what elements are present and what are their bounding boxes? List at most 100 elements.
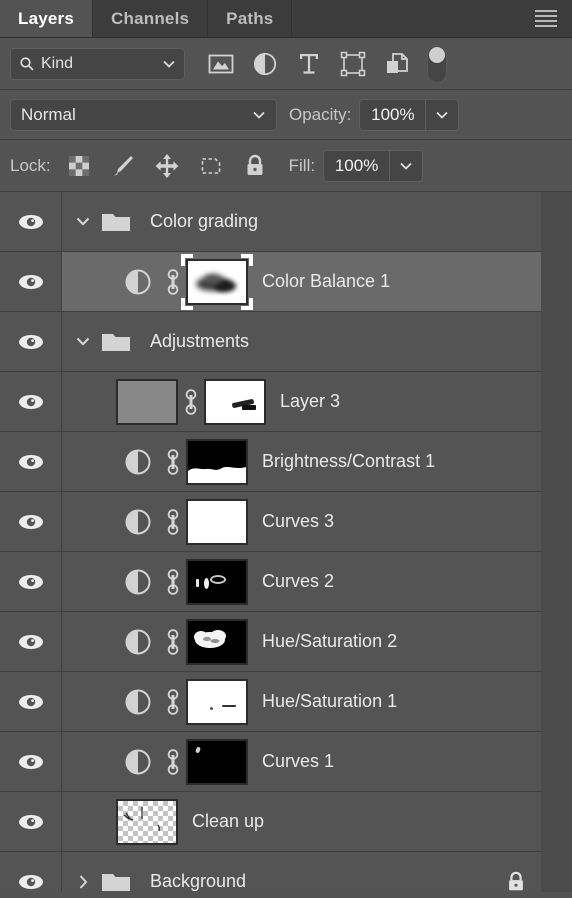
- visibility-toggle[interactable]: [0, 552, 62, 611]
- layer-name[interactable]: Background: [150, 871, 246, 892]
- half-circle-icon[interactable]: [116, 507, 160, 537]
- half-circle-icon[interactable]: [116, 567, 160, 597]
- layer-name[interactable]: Color grading: [150, 211, 258, 232]
- row-body[interactable]: Curves 3: [62, 492, 541, 551]
- tab-layers[interactable]: Layers: [0, 0, 94, 37]
- layer-name[interactable]: Color Balance 1: [262, 271, 390, 292]
- image-icon[interactable]: [199, 42, 243, 86]
- layer-name[interactable]: Curves 1: [262, 751, 334, 772]
- layer-name[interactable]: Curves 2: [262, 571, 334, 592]
- opacity-field-group[interactable]: 100%: [359, 98, 460, 131]
- link-icon[interactable]: [178, 387, 204, 417]
- visibility-toggle[interactable]: [0, 672, 62, 731]
- eye-icon: [18, 274, 43, 289]
- brush-icon[interactable]: [101, 144, 145, 188]
- link-icon[interactable]: [160, 447, 186, 477]
- visibility-toggle[interactable]: [0, 492, 62, 551]
- visibility-toggle[interactable]: [0, 612, 62, 671]
- table-row[interactable]: Hue/Saturation 2: [0, 612, 541, 672]
- row-body[interactable]: Color grading: [62, 192, 541, 251]
- layer-name[interactable]: Brightness/Contrast 1: [262, 451, 435, 472]
- mask-thumbnail-wrap[interactable]: [181, 253, 253, 310]
- layer-thumbnail[interactable]: [116, 378, 178, 425]
- layer-name[interactable]: Hue/Saturation 2: [262, 631, 397, 652]
- table-row[interactable]: Brightness/Contrast 1: [0, 432, 541, 492]
- half-circle-icon[interactable]: [116, 267, 160, 297]
- mask-thumbnail[interactable]: [186, 498, 248, 545]
- table-row[interactable]: Curves 3: [0, 492, 541, 552]
- visibility-toggle[interactable]: [0, 252, 62, 311]
- mask-thumbnail[interactable]: [186, 438, 248, 485]
- layer-name[interactable]: Clean up: [192, 811, 264, 832]
- filter-kind-dropdown[interactable]: Kind: [10, 47, 185, 80]
- visibility-toggle[interactable]: [0, 732, 62, 791]
- visibility-toggle[interactable]: [0, 372, 62, 431]
- opacity-stepper-chevron-down-icon[interactable]: [426, 100, 458, 130]
- layer-name[interactable]: Curves 3: [262, 511, 334, 532]
- hamburger-menu-icon[interactable]: [526, 0, 566, 37]
- table-row[interactable]: Clean up: [0, 792, 541, 852]
- opacity-input[interactable]: 100%: [360, 99, 427, 130]
- shape-bounds-icon[interactable]: [331, 42, 375, 86]
- link-icon[interactable]: [160, 507, 186, 537]
- filter-enable-toggle[interactable]: [427, 44, 447, 83]
- chevron-down-icon[interactable]: [70, 216, 96, 227]
- artboard-icon[interactable]: [189, 144, 233, 188]
- fill-field-group[interactable]: 100%: [323, 149, 424, 182]
- chevron-right-icon[interactable]: [70, 874, 96, 890]
- tab-paths[interactable]: Paths: [208, 0, 293, 37]
- link-icon[interactable]: [160, 627, 186, 657]
- row-body[interactable]: Hue/Saturation 1: [62, 672, 541, 731]
- half-circle-icon[interactable]: [116, 627, 160, 657]
- row-body[interactable]: Curves 1: [62, 732, 541, 791]
- half-circle-icon[interactable]: [243, 42, 287, 86]
- row-body[interactable]: Layer 3: [62, 372, 541, 431]
- fill-stepper-chevron-down-icon[interactable]: [390, 151, 422, 181]
- layer-name[interactable]: Adjustments: [150, 331, 249, 352]
- table-row[interactable]: Color Balance 1: [0, 252, 541, 312]
- table-row[interactable]: Color grading: [0, 192, 541, 252]
- link-icon[interactable]: [160, 267, 186, 297]
- chevron-down-icon[interactable]: [70, 336, 96, 347]
- row-body[interactable]: Clean up: [62, 792, 541, 851]
- padlock-icon[interactable]: [233, 144, 277, 188]
- checkerboard-icon[interactable]: [57, 144, 101, 188]
- table-row[interactable]: Curves 2: [0, 552, 541, 612]
- visibility-toggle[interactable]: [0, 432, 62, 491]
- row-body[interactable]: Color Balance 1: [62, 252, 541, 311]
- table-row[interactable]: Layer 3: [0, 372, 541, 432]
- link-icon[interactable]: [160, 747, 186, 777]
- table-row[interactable]: Curves 1: [0, 732, 541, 792]
- half-circle-icon[interactable]: [116, 687, 160, 717]
- mask-thumbnail[interactable]: [186, 618, 248, 665]
- layer-list[interactable]: Color grading Color Balance 1 Adjustment…: [0, 192, 572, 898]
- mask-thumbnail[interactable]: [186, 678, 248, 725]
- half-circle-icon[interactable]: [116, 747, 160, 777]
- visibility-toggle[interactable]: [0, 792, 62, 851]
- row-body[interactable]: Adjustments: [62, 312, 541, 371]
- link-icon[interactable]: [160, 687, 186, 717]
- mask-thumbnail[interactable]: [186, 558, 248, 605]
- half-circle-icon[interactable]: [116, 447, 160, 477]
- table-row[interactable]: Hue/Saturation 1: [0, 672, 541, 732]
- layer-name[interactable]: Layer 3: [280, 391, 340, 412]
- row-body[interactable]: Brightness/Contrast 1: [62, 432, 541, 491]
- row-body[interactable]: Curves 2: [62, 552, 541, 611]
- fill-input[interactable]: 100%: [324, 150, 391, 181]
- mask-thumbnail[interactable]: [186, 258, 248, 305]
- table-row[interactable]: Adjustments: [0, 312, 541, 372]
- smart-object-icon[interactable]: [375, 42, 419, 86]
- link-icon[interactable]: [160, 567, 186, 597]
- layer-thumbnail[interactable]: [116, 798, 178, 845]
- blend-mode-dropdown[interactable]: Normal: [10, 98, 277, 131]
- visibility-toggle[interactable]: [0, 192, 62, 251]
- move-arrows-icon[interactable]: [145, 144, 189, 188]
- row-body[interactable]: Hue/Saturation 2: [62, 612, 541, 671]
- text-t-icon[interactable]: [287, 42, 331, 86]
- mask-thumbnail[interactable]: [204, 378, 266, 425]
- mask-thumbnail[interactable]: [186, 738, 248, 785]
- visibility-toggle[interactable]: [0, 312, 62, 371]
- layer-name[interactable]: Hue/Saturation 1: [262, 691, 397, 712]
- tab-channels[interactable]: Channels: [93, 0, 209, 37]
- lock-buttons: [57, 144, 277, 188]
